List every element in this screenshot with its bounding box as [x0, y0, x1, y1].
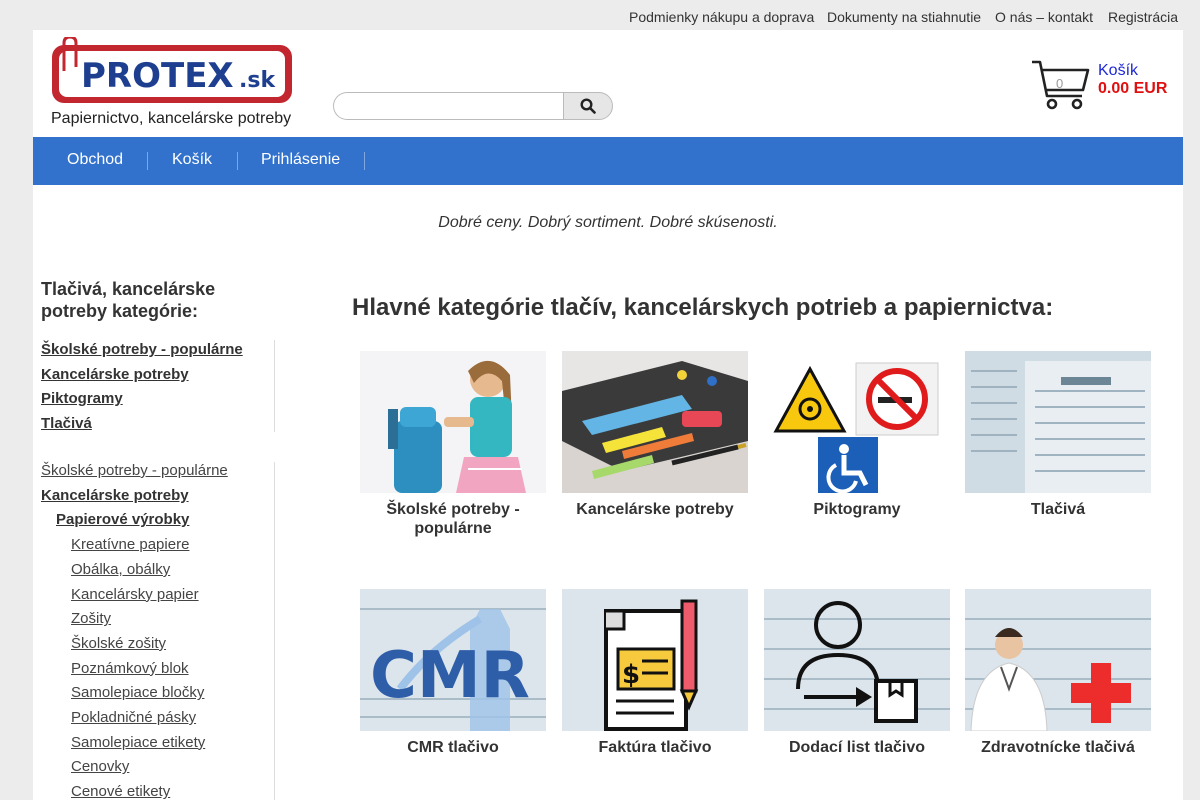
- school-bag-photo: [360, 351, 546, 493]
- sidebar-divider: [274, 462, 275, 800]
- nav-divider: [364, 152, 365, 170]
- cart-title[interactable]: Košík: [1098, 62, 1138, 80]
- delivery-note-form: [764, 589, 950, 731]
- top-link-documents[interactable]: Dokumenty na stiahnutie: [827, 9, 981, 25]
- office-supplies-photo: [562, 351, 748, 493]
- category-label[interactable]: Školské potreby - populárne: [360, 500, 546, 538]
- sidebar-tree-item[interactable]: Pokladničné pásky: [71, 709, 196, 726]
- sidebar-tree-item[interactable]: Poznámkový blok: [71, 660, 189, 677]
- category-card-cmr[interactable]: CMR CMR tlačivo: [360, 589, 546, 789]
- category-label[interactable]: Piktogramy: [764, 500, 950, 519]
- page-container: PROTEX .sk Papiernictvo, kancelárske pot…: [33, 30, 1183, 800]
- tax-form-photo: [965, 351, 1151, 493]
- sidebar-top-category[interactable]: Kancelárske potreby: [41, 366, 189, 383]
- category-card-school-supplies[interactable]: Školské potreby - populárne: [360, 351, 546, 551]
- search-button[interactable]: [563, 92, 613, 120]
- category-label[interactable]: Tlačivá: [965, 500, 1151, 519]
- cart-total: 0.00 EUR: [1098, 80, 1168, 97]
- category-card-forms[interactable]: Tlačivá: [965, 351, 1151, 551]
- sidebar-tree-item[interactable]: Samolepiace etikety: [71, 734, 205, 751]
- category-card-medical-forms[interactable]: Zdravotnícke tlačivá: [965, 589, 1151, 789]
- medical-form: [965, 589, 1151, 731]
- slogan: Dobré ceny. Dobrý sortiment. Dobré skúse…: [438, 214, 778, 231]
- sidebar-tree-item[interactable]: Zošity: [71, 610, 111, 627]
- search-icon: [580, 98, 596, 114]
- nav-cart[interactable]: Košík: [172, 151, 212, 169]
- sidebar-top-category[interactable]: Tlačivá: [41, 415, 92, 432]
- main-heading: Hlavné kategórie tlačív, kancelárskych p…: [352, 294, 1054, 321]
- category-label[interactable]: Zdravotnícke tlačivá: [965, 738, 1151, 757]
- nav-login[interactable]: Prihlásenie: [261, 151, 340, 169]
- tagline: Papiernictvo, kancelárske potreby: [51, 110, 292, 127]
- category-label[interactable]: CMR tlačivo: [360, 738, 546, 757]
- protex-logo[interactable]: PROTEX .sk: [49, 37, 295, 105]
- sidebar-tree-item[interactable]: Obálka, obálky: [71, 561, 170, 578]
- invoice-form: $: [562, 589, 748, 731]
- svg-text:CMR: CMR: [370, 639, 530, 713]
- sidebar-tree-item[interactable]: Cenové etikety: [71, 783, 170, 800]
- sidebar-tree-item[interactable]: Cenovky: [71, 758, 129, 775]
- nav-shop[interactable]: Obchod: [67, 151, 123, 169]
- sidebar-divider: [274, 340, 275, 432]
- sidebar-tree-item[interactable]: Kancelárske potreby: [41, 487, 189, 504]
- search-bar: [333, 92, 613, 122]
- sidebar-tree-item[interactable]: Papierové výrobky: [56, 511, 189, 528]
- sidebar-tree-item[interactable]: Kreatívne papiere: [71, 536, 189, 553]
- cmr-form: CMR: [360, 589, 546, 731]
- sidebar-top-category[interactable]: Školské potreby - populárne: [41, 341, 243, 358]
- pictogram-signs: [764, 351, 950, 493]
- category-card-delivery-note[interactable]: Dodací list tlačivo: [764, 589, 950, 789]
- category-card-pictograms[interactable]: Piktogramy: [764, 351, 950, 551]
- category-label[interactable]: Faktúra tlačivo: [562, 738, 748, 757]
- sidebar-title: Tlačivá, kancelárske potreby kategórie:: [41, 279, 216, 321]
- nav-divider: [237, 152, 238, 170]
- top-links-bar: Podmienky nákupu a doprava Dokumenty na …: [0, 0, 1200, 30]
- sidebar-tree-item[interactable]: Kancelársky papier: [71, 586, 199, 603]
- sidebar-tree-item[interactable]: Školské zošity: [71, 635, 166, 652]
- cart-widget[interactable]: 0 Košík 0.00 EUR: [1030, 56, 1180, 116]
- nav-divider: [147, 152, 148, 170]
- sidebar-tree-item[interactable]: Samolepiace bločky: [71, 684, 204, 701]
- main-navbar: Obchod Košík Prihlásenie: [33, 137, 1183, 185]
- sidebar-tree-item[interactable]: Školské potreby - populárne: [41, 462, 228, 479]
- top-link-about-contact[interactable]: O nás – kontakt: [995, 9, 1093, 25]
- cart-item-count: 0: [1056, 76, 1064, 91]
- top-link-registration[interactable]: Registrácia: [1108, 9, 1178, 25]
- category-card-invoice[interactable]: $ Faktúra tlačivo: [562, 589, 748, 789]
- search-input[interactable]: [333, 92, 565, 120]
- svg-text:$: $: [622, 660, 640, 690]
- svg-text:.sk: .sk: [239, 68, 276, 93]
- top-link-terms[interactable]: Podmienky nákupu a doprava: [629, 9, 814, 25]
- sidebar-top-category[interactable]: Piktogramy: [41, 390, 123, 407]
- category-label[interactable]: Dodací list tlačivo: [764, 738, 950, 757]
- svg-text:PROTEX: PROTEX: [81, 56, 234, 96]
- category-card-office-supplies[interactable]: Kancelárske potreby: [562, 351, 748, 551]
- category-label[interactable]: Kancelárske potreby: [562, 500, 748, 519]
